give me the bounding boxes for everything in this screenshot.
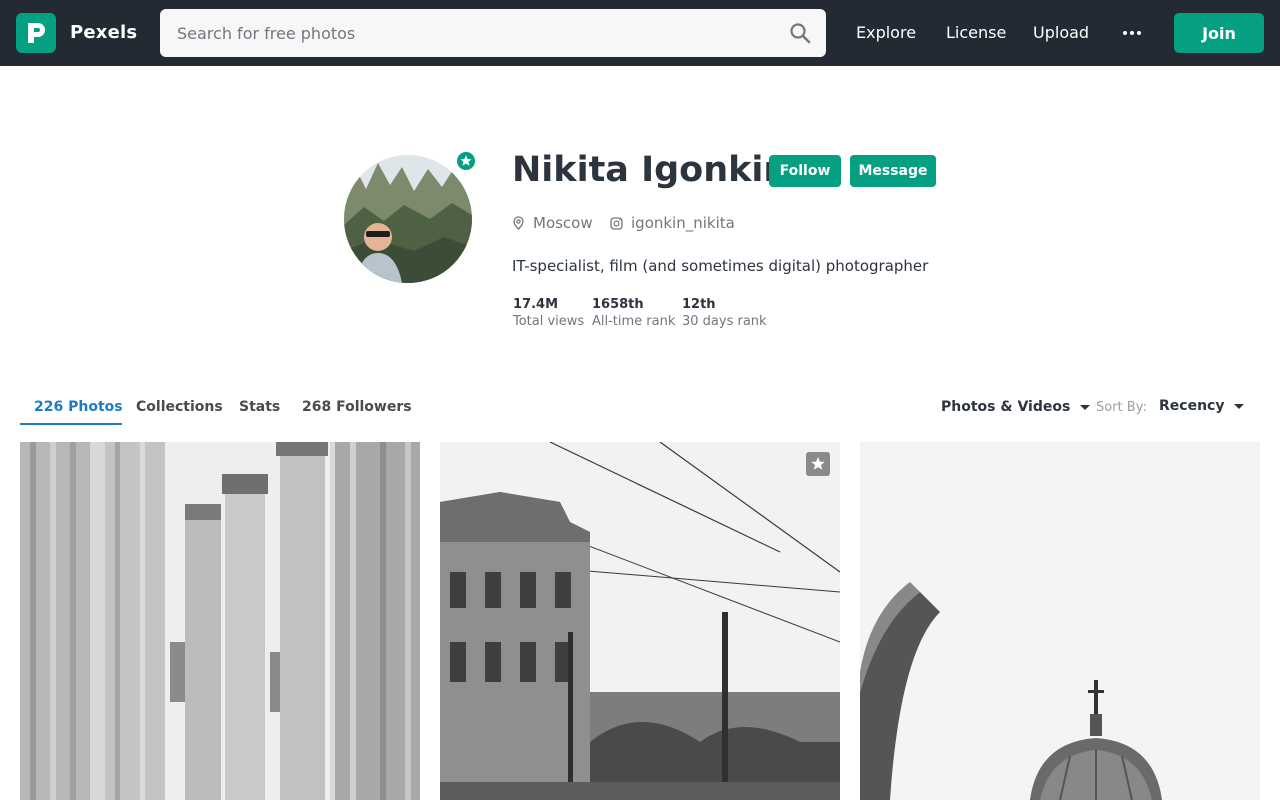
nav-explore[interactable]: Explore <box>856 23 916 42</box>
search-icon[interactable] <box>788 21 812 45</box>
location-text: Moscow <box>533 214 593 232</box>
photo-cathedral[interactable] <box>860 442 1260 800</box>
nav-license[interactable]: License <box>946 23 1006 42</box>
top-navbar: Pexels Explore License Upload Join <box>0 0 1280 66</box>
stat-total-views: 17.4M Total views <box>513 297 584 329</box>
stat-value: 12th <box>682 297 716 312</box>
avatar <box>344 155 472 283</box>
search-bar <box>160 9 826 57</box>
pexels-logo[interactable] <box>16 13 56 53</box>
tab-collections[interactable]: Collections <box>136 399 223 415</box>
photo-street[interactable] <box>440 442 840 800</box>
join-button[interactable]: Join <box>1174 13 1264 53</box>
sort-dropdown[interactable]: Recency <box>1159 398 1245 414</box>
more-dots-icon[interactable] <box>1120 22 1144 44</box>
tab-photos[interactable]: 226 Photos <box>34 399 123 415</box>
message-button[interactable]: Message <box>850 155 936 187</box>
star-badge-icon <box>455 150 477 172</box>
instagram-link[interactable]: igonkin_nikita <box>610 214 735 232</box>
chevron-down-icon <box>1080 404 1091 410</box>
stat-label: Total views <box>513 314 585 329</box>
search-input[interactable] <box>160 9 760 57</box>
profile-bio: IT-specialist, film (and sometimes digit… <box>512 257 929 275</box>
media-type-dropdown[interactable]: Photos & Videos <box>941 399 1091 415</box>
star-bookmark-icon[interactable] <box>806 452 830 476</box>
tab-followers[interactable]: 268 Followers <box>302 399 412 415</box>
instagram-icon <box>610 216 623 230</box>
active-tab-indicator <box>20 423 122 425</box>
pexels-logo-icon <box>28 23 45 43</box>
stat-value: 1658th <box>592 297 644 312</box>
stat-all-time-rank: 1658th All-time rank <box>592 297 675 329</box>
follow-button[interactable]: Follow <box>769 155 841 187</box>
location: Moscow <box>512 214 593 232</box>
brand-name[interactable]: Pexels <box>70 22 137 43</box>
stat-label: 30 days rank <box>682 314 767 329</box>
photo-columns[interactable] <box>20 442 420 800</box>
nav-upload[interactable]: Upload <box>1033 23 1089 42</box>
stat-30-days-rank: 12th 30 days rank <box>682 297 767 329</box>
chevron-down-icon <box>1234 403 1245 409</box>
sort-value: Recency <box>1159 398 1225 414</box>
instagram-handle[interactable]: igonkin_nikita <box>631 214 735 232</box>
sort-label: Sort By: <box>1096 400 1147 415</box>
profile-name: Nikita Igonkin <box>512 150 789 190</box>
tab-stats[interactable]: Stats <box>239 399 280 415</box>
stat-value: 17.4M <box>513 297 559 312</box>
map-pin-icon <box>513 216 524 230</box>
stat-label: All-time rank <box>592 314 676 329</box>
media-type-label: Photos & Videos <box>941 399 1071 415</box>
